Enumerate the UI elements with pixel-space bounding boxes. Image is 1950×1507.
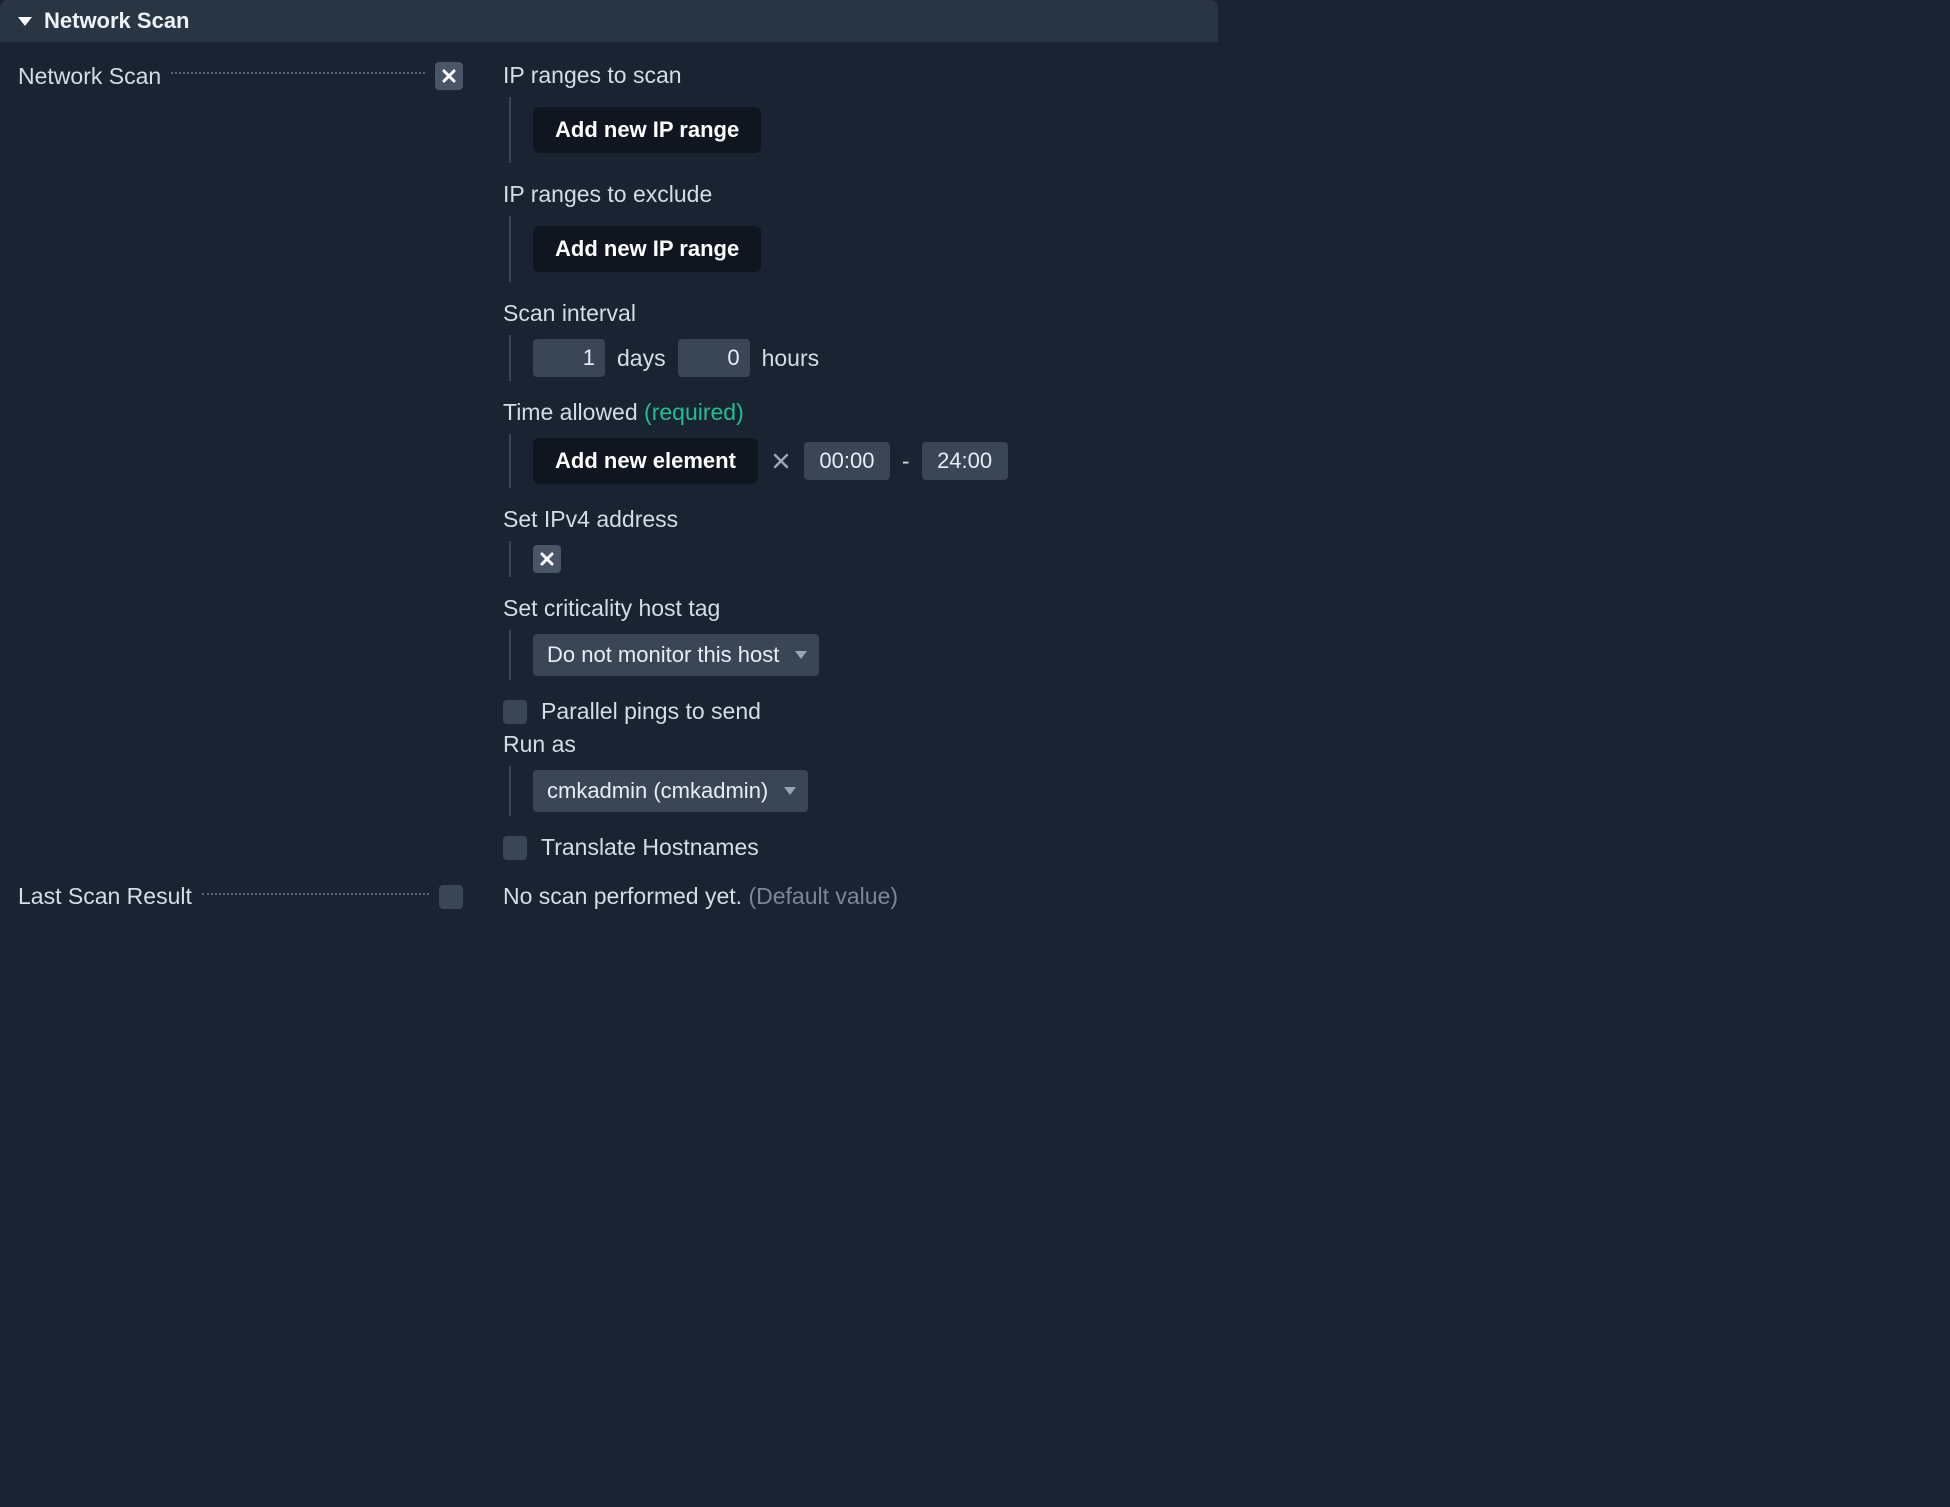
close-icon xyxy=(540,552,554,566)
criticality-selected: Do not monitor this host xyxy=(547,642,779,668)
ip-ranges-scan-field: IP ranges to scan Add new IP range xyxy=(503,62,1200,163)
dotted-line xyxy=(202,893,429,895)
last-scan-result-value: No scan performed yet. (Default value) xyxy=(503,883,898,910)
ip-ranges-scan-indent: Add new IP range xyxy=(509,97,1200,163)
ip-ranges-exclude-label: IP ranges to exclude xyxy=(503,181,1200,208)
scan-interval-label: Scan interval xyxy=(503,300,1200,327)
network-scan-row: Network Scan xyxy=(18,62,463,90)
run-as-field: Run as cmkadmin (cmkadmin) xyxy=(503,731,1200,816)
ip-ranges-scan-label: IP ranges to scan xyxy=(503,62,1200,89)
last-scan-result-row: Last Scan Result No scan performed yet. … xyxy=(0,877,1218,924)
set-ipv4-field: Set IPv4 address xyxy=(503,506,1200,577)
criticality-field: Set criticality host tag Do not monitor … xyxy=(503,595,1200,680)
parallel-pings-checkbox[interactable] xyxy=(503,700,527,724)
ip-ranges-exclude-field: IP ranges to exclude Add new IP range xyxy=(503,181,1200,282)
last-scan-result-text: No scan performed yet. xyxy=(503,883,742,909)
translate-hostnames-label: Translate Hostnames xyxy=(541,834,759,861)
right-column: IP ranges to scan Add new IP range IP ra… xyxy=(503,62,1200,867)
add-ip-range-exclude-button[interactable]: Add new IP range xyxy=(533,226,761,272)
run-as-selected: cmkadmin (cmkadmin) xyxy=(547,778,768,804)
time-allowed-field: Time allowed (required) Add new element … xyxy=(503,399,1200,488)
section-title: Network Scan xyxy=(44,8,190,34)
close-icon xyxy=(442,69,456,83)
translate-hostnames-row: Translate Hostnames xyxy=(503,834,1200,861)
parallel-pings-label: Parallel pings to send xyxy=(541,698,761,725)
dotted-line xyxy=(171,72,425,74)
time-dash: - xyxy=(902,448,910,475)
criticality-label: Set criticality host tag xyxy=(503,595,1200,622)
set-ipv4-label: Set IPv4 address xyxy=(503,506,1200,533)
network-scan-label: Network Scan xyxy=(18,63,161,90)
network-scan-remove-button[interactable] xyxy=(435,62,463,90)
criticality-indent: Do not monitor this host xyxy=(509,630,1200,680)
hours-unit: hours xyxy=(762,345,820,372)
criticality-select[interactable]: Do not monitor this host xyxy=(533,634,819,676)
left-column: Network Scan xyxy=(18,62,463,867)
run-as-label: Run as xyxy=(503,731,1200,758)
last-scan-result-label: Last Scan Result xyxy=(18,883,192,910)
days-unit: days xyxy=(617,345,666,372)
translate-hostnames-checkbox[interactable] xyxy=(503,836,527,860)
time-to-input[interactable] xyxy=(922,442,1008,480)
scan-interval-days-input[interactable] xyxy=(533,339,605,377)
time-allowed-label: Time allowed (required) xyxy=(503,399,1200,426)
form-body: Network Scan IP ranges to scan Add new I… xyxy=(0,42,1218,877)
scan-interval-field: Scan interval days hours xyxy=(503,300,1200,381)
time-from-input[interactable] xyxy=(804,442,890,480)
scan-interval-hours-input[interactable] xyxy=(678,339,750,377)
default-value-text: (Default value) xyxy=(748,883,898,909)
remove-time-range-button[interactable] xyxy=(770,446,792,477)
last-scan-result-left: Last Scan Result xyxy=(18,883,463,910)
add-ip-range-scan-button[interactable]: Add new IP range xyxy=(533,107,761,153)
add-time-element-button[interactable]: Add new element xyxy=(533,438,758,484)
close-icon xyxy=(772,452,790,470)
set-ipv4-remove-button[interactable] xyxy=(533,545,561,573)
set-ipv4-indent xyxy=(509,541,1200,577)
last-scan-result-checkbox[interactable] xyxy=(439,885,463,909)
time-allowed-text: Time allowed xyxy=(503,399,638,425)
section-header[interactable]: Network Scan xyxy=(0,0,1218,42)
time-allowed-indent: Add new element - xyxy=(509,434,1200,488)
scan-interval-indent: days hours xyxy=(509,335,1200,381)
ip-ranges-exclude-indent: Add new IP range xyxy=(509,216,1200,282)
collapse-arrow-icon[interactable] xyxy=(18,17,32,26)
chevron-down-icon xyxy=(795,651,807,659)
required-marker: (required) xyxy=(644,399,744,425)
run-as-select[interactable]: cmkadmin (cmkadmin) xyxy=(533,770,808,812)
run-as-indent: cmkadmin (cmkadmin) xyxy=(509,766,1200,816)
chevron-down-icon xyxy=(784,787,796,795)
parallel-pings-row: Parallel pings to send xyxy=(503,698,1200,725)
